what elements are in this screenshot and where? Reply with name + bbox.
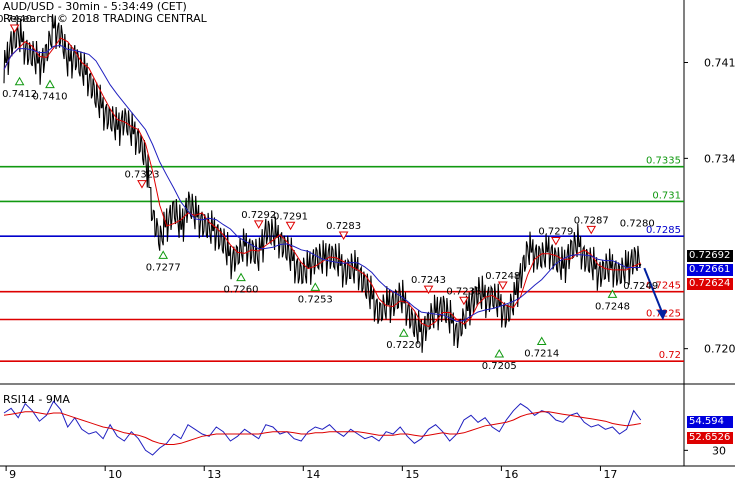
low-label: 0.7277 (146, 262, 181, 273)
low-label: 0.7260 (224, 285, 259, 296)
up-triangle-marker (398, 328, 409, 337)
annotations: 0.74400.74120.74100.73230.72770.72920.72… (0, 14, 658, 372)
high-label: 0.7287 (574, 215, 609, 226)
price-label: 0.7249 (623, 281, 658, 292)
price-tag: 0.72661 (687, 264, 733, 277)
down-triangle-marker (586, 225, 597, 235)
rsi-title: RSI14 - 9MA (3, 393, 70, 406)
up-triangle-marker (45, 79, 55, 89)
level-label: 0.7335 (646, 156, 681, 167)
high-label: 0.7235 (446, 286, 481, 297)
chart-subtitle: Research © 2018 TRADING CENTRAL (3, 12, 207, 25)
rsi-y-tick-label: 30 (712, 444, 726, 457)
low-label: 0.7253 (298, 294, 333, 305)
chart-frame (0, 0, 735, 467)
price-tag: 0.72624 (687, 278, 733, 291)
x-tick-label: 9 (9, 468, 16, 480)
down-triangle-marker (137, 180, 147, 189)
high-label: 0.7243 (411, 275, 446, 286)
price-label: 0.7280 (620, 218, 655, 229)
high-label: 0.7279 (538, 227, 573, 238)
x-tick-label: 13 (207, 468, 221, 480)
high-label: 0.7323 (124, 170, 159, 181)
up-triangle-marker (310, 282, 321, 291)
chart-canvas: 0.73350.7310.72850.72450.72250.72 0.7440… (0, 0, 735, 480)
price-tag: 54.594 (687, 415, 733, 428)
x-tick-label: 14 (306, 468, 320, 480)
low-label: 0.7214 (524, 349, 559, 360)
slow-ma-line (3, 44, 641, 323)
price-tag: 0.72692 (687, 250, 733, 263)
y-tick-label: 0.7410 (704, 57, 735, 70)
x-tick-label: 10 (108, 468, 122, 480)
x-tick-label: 15 (405, 468, 419, 480)
high-label: 0.7283 (326, 221, 361, 232)
low-label: 0.7248 (595, 301, 630, 312)
y-tick-label: 0.7341 (704, 152, 735, 165)
up-triangle-marker (158, 250, 169, 259)
rsi-series-line (3, 400, 642, 456)
low-label: 0.7410 (32, 92, 67, 103)
up-triangle-marker (494, 349, 505, 358)
y-tick-label: 0.7204 (704, 343, 735, 356)
rsi-panel: RSI14 - 9MA 30 (3, 393, 726, 457)
level-label: 0.731 (652, 190, 681, 201)
high-label: 0.7291 (273, 211, 308, 222)
up-triangle-marker (536, 336, 547, 346)
fast-ma-line (3, 37, 642, 327)
down-triangle-marker (551, 237, 561, 246)
up-triangle-marker (14, 76, 25, 86)
up-triangle-marker (236, 272, 246, 282)
x-tick-label: 17 (603, 468, 617, 480)
high-label: 0.7292 (241, 210, 276, 221)
x-tick-label: 16 (504, 468, 518, 480)
down-triangle-marker (497, 281, 508, 290)
price-series (3, 14, 667, 353)
rsi-series-line (3, 411, 641, 445)
down-triangle-marker (285, 221, 296, 231)
low-label: 0.7220 (386, 340, 421, 351)
price-tag: 52.6526 (687, 431, 733, 444)
low-label: 0.7205 (482, 361, 517, 372)
down-triangle-marker (253, 220, 264, 229)
high-label: 0.7248 (485, 271, 520, 282)
level-label: 0.72 (659, 350, 681, 361)
